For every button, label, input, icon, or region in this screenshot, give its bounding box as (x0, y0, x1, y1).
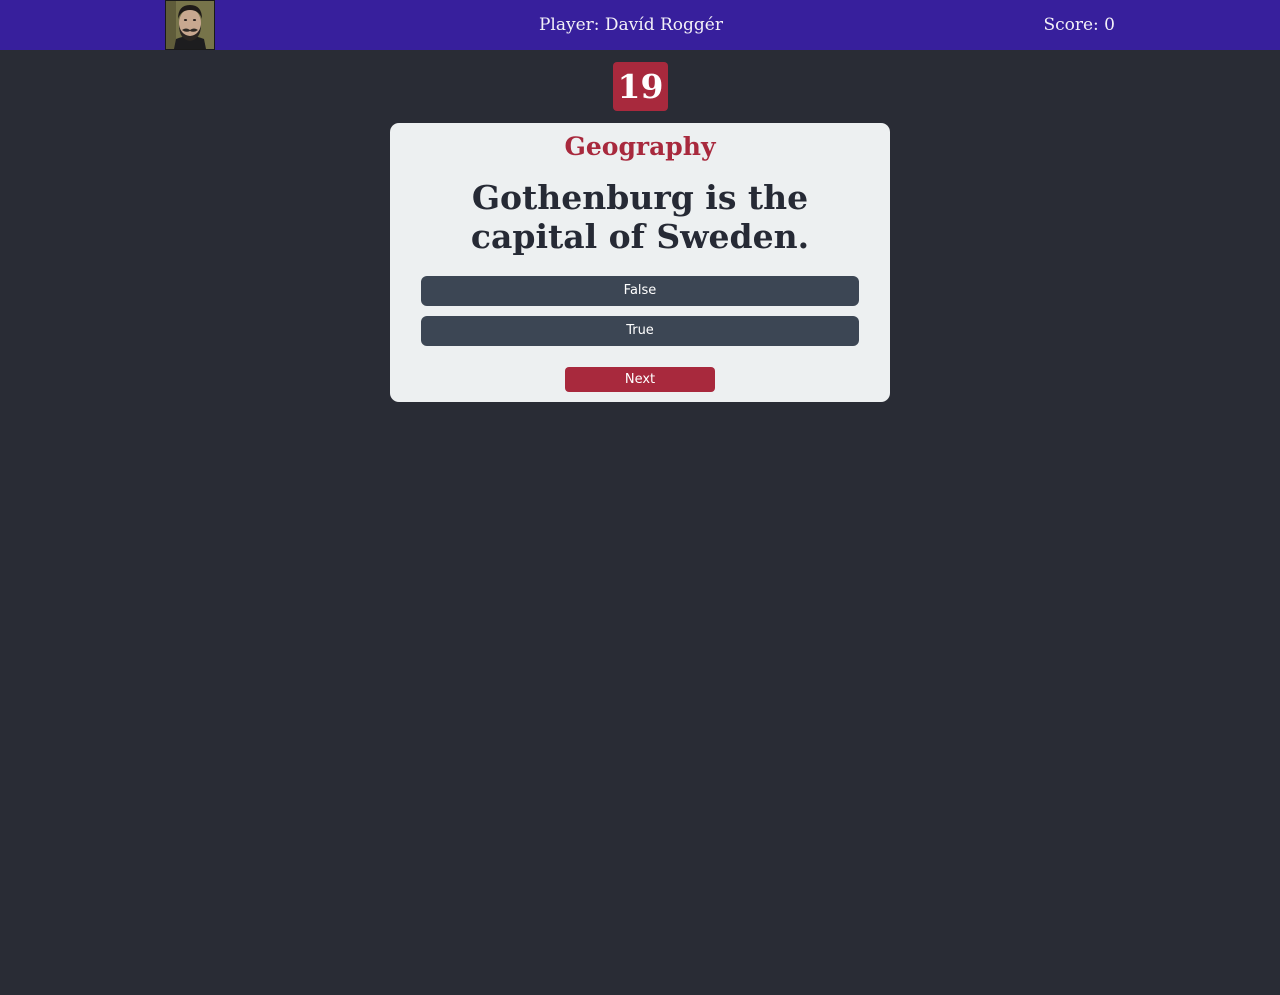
question-card: Geography Gothenburg is the capital of S… (390, 123, 890, 402)
countdown-timer: 19 (613, 62, 668, 111)
question-category: Geography (564, 132, 716, 161)
question-text: Gothenburg is the capital of Sweden. (470, 178, 810, 256)
answer-button-false[interactable]: False (421, 276, 859, 306)
next-button[interactable]: Next (565, 367, 715, 392)
top-bar: Player: Davíd Roggér Score: 0 (0, 0, 1280, 50)
answer-button-true[interactable]: True (421, 316, 859, 346)
score-display: Score: 0 (1043, 15, 1115, 35)
